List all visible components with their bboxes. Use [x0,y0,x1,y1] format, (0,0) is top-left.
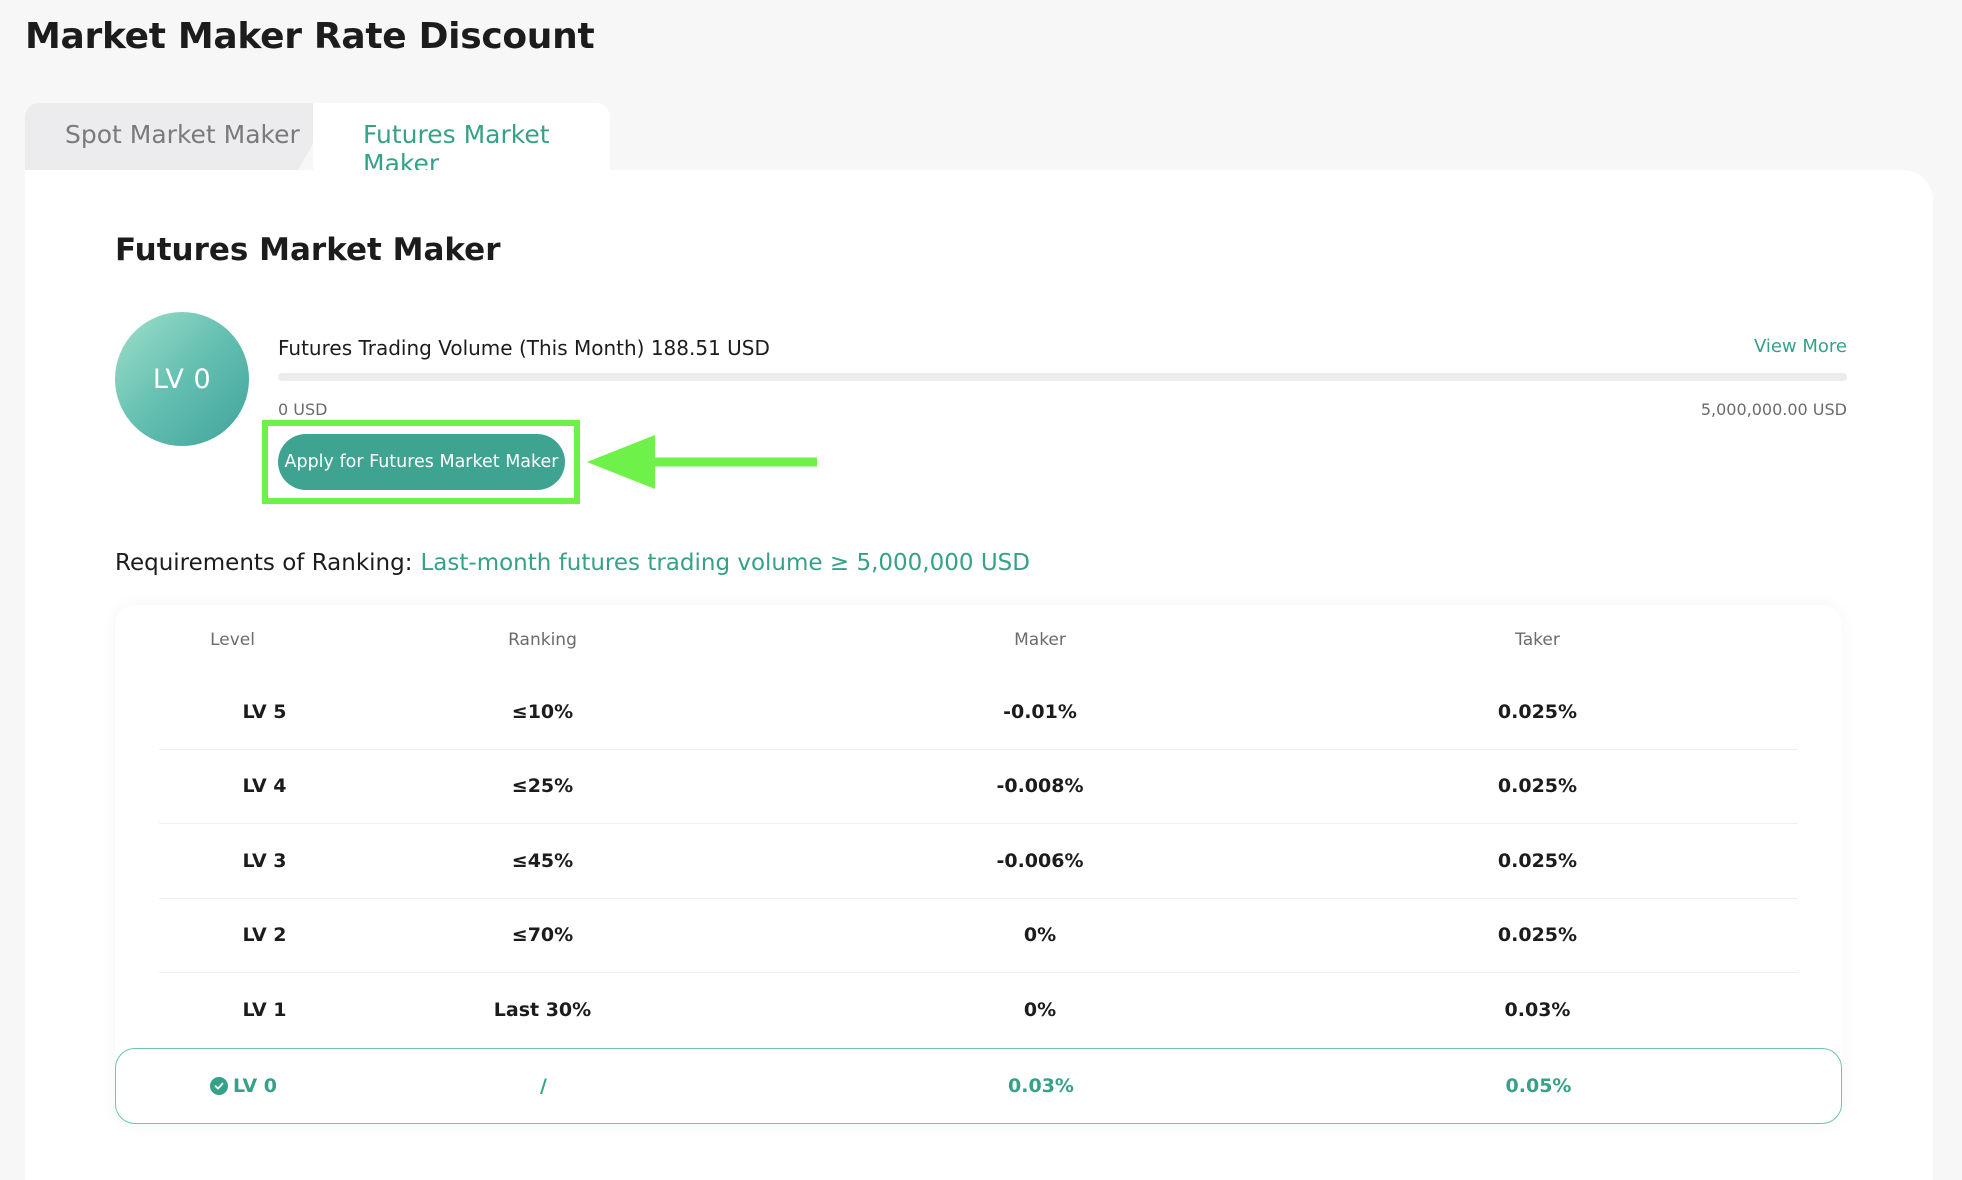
cell-ranking: Last 30% [350,999,735,1021]
rates-table: Level Ranking Maker Taker LV 5 ≤10% -0.0… [115,605,1842,1124]
cell-level: LV 2 [159,924,350,946]
tab-spot-market-maker[interactable]: Spot Market Maker [25,103,335,171]
table-row: LV 3 ≤45% -0.006% 0.025% [159,824,1798,899]
page-title: Market Maker Rate Discount [25,16,594,57]
apply-futures-market-maker-button[interactable]: Apply for Futures Market Maker [278,434,565,490]
cell-ranking: ≤10% [350,701,735,723]
cell-maker: 0% [735,999,1345,1021]
requirements-label: Requirements of Ranking: [115,550,412,576]
market-maker-tabs: Spot Market Maker Futures Market Maker [25,103,610,171]
level-badge: LV 0 [115,312,249,446]
section-title: Futures Market Maker [115,232,501,268]
annotation-arrow-icon [587,435,817,489]
table-row: LV 2 ≤70% 0% 0.025% [159,899,1798,974]
cell-taker: 0.025% [1345,775,1730,797]
trading-volume-label: Futures Trading Volume (This Month) 188.… [278,336,770,360]
cell-level: LV 3 [159,850,350,872]
header-taker: Taker [1345,630,1730,650]
current-level-row: LV 0 / 0.03% 0.05% [115,1048,1842,1124]
cell-level: LV 1 [159,999,350,1021]
cell-maker: -0.006% [735,850,1345,872]
ranking-requirements: Requirements of Ranking: Last-month futur… [115,550,1030,576]
progress-max-label: 5,000,000.00 USD [1701,400,1847,419]
table-row: LV 5 ≤10% -0.01% 0.025% [159,675,1798,750]
cell-ranking: ≤25% [350,775,735,797]
futures-market-maker-card: Futures Market Maker LV 0 Futures Tradin… [25,170,1933,1180]
check-circle-icon [210,1077,228,1095]
progress-min-label: 0 USD [278,400,327,419]
requirements-value: Last-month futures trading volume ≥ 5,00… [420,550,1030,576]
cell-level-current: LV 0 [116,1075,351,1097]
volume-progress-bar [278,373,1847,381]
current-level-label: LV 0 [233,1075,277,1097]
header-level: Level [115,630,350,650]
cell-ranking-current: / [351,1075,736,1097]
cell-taker: 0.025% [1345,701,1730,723]
view-more-link[interactable]: View More [1754,336,1847,357]
cell-taker: 0.025% [1345,850,1730,872]
cell-level: LV 5 [159,701,350,723]
cell-ranking: ≤45% [350,850,735,872]
cell-maker-current: 0.03% [736,1075,1346,1097]
cell-maker: -0.01% [735,701,1345,723]
cell-maker: 0% [735,924,1345,946]
table-row: LV 1 Last 30% 0% 0.03% [159,973,1798,1048]
cell-taker: 0.025% [1345,924,1730,946]
cell-ranking: ≤70% [350,924,735,946]
level-badge-label: LV 0 [153,364,211,395]
table-row: LV 4 ≤25% -0.008% 0.025% [159,750,1798,825]
cell-level: LV 4 [159,775,350,797]
cell-taker-current: 0.05% [1346,1075,1731,1097]
header-maker: Maker [735,630,1345,650]
cell-maker: -0.008% [735,775,1345,797]
cell-taker: 0.03% [1345,999,1730,1021]
table-header: Level Ranking Maker Taker [115,605,1842,675]
header-ranking: Ranking [350,630,735,650]
tab-futures-market-maker[interactable]: Futures Market Maker [313,103,610,171]
